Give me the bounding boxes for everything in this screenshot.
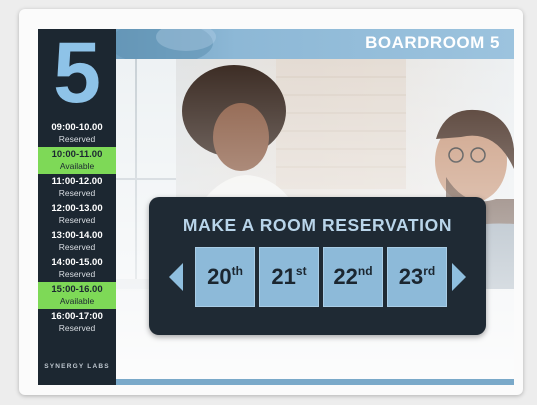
time-slot[interactable]: 10:00-11.00 Available bbox=[38, 147, 116, 174]
date-day: 22 bbox=[333, 264, 358, 289]
date-button-21[interactable]: 21st bbox=[259, 247, 319, 307]
slot-status: Reserved bbox=[58, 242, 96, 252]
date-suffix: st bbox=[295, 264, 307, 278]
slot-time: 16:00-17:00 bbox=[51, 311, 103, 322]
time-slot[interactable]: 14:00-15.00 Reserved bbox=[38, 255, 116, 282]
date-day: 23 bbox=[398, 264, 424, 289]
slot-time: 14:00-15.00 bbox=[51, 257, 103, 268]
date-suffix: nd bbox=[357, 264, 373, 278]
room-header: BOARDROOM 5 bbox=[116, 29, 514, 59]
time-slot[interactable]: 13:00-14.00 Reserved bbox=[38, 228, 116, 255]
slot-time: 10:00-11.00 bbox=[51, 149, 103, 160]
date-suffix: rd bbox=[423, 264, 436, 278]
slot-time: 15:00-16.00 bbox=[51, 284, 103, 295]
date-button-20[interactable]: 20th bbox=[195, 247, 255, 307]
schedule-sidebar: 5 09:00-10.00 Reserved 10:00-11.00 Avail… bbox=[38, 29, 116, 385]
room-name: BOARDROOM 5 bbox=[365, 33, 500, 52]
slot-time: 09:00-10.00 bbox=[51, 122, 103, 133]
date-suffix: th bbox=[231, 264, 243, 278]
slot-status: Available bbox=[59, 161, 95, 171]
bottom-accent-bar bbox=[116, 379, 514, 385]
time-slot[interactable]: 11:00-12.00 Reserved bbox=[38, 174, 116, 201]
slot-status: Reserved bbox=[58, 188, 96, 198]
time-slot[interactable]: 16:00-17:00 Reserved bbox=[38, 309, 116, 336]
time-slot[interactable]: 15:00-16.00 Available bbox=[38, 282, 116, 309]
triangle-left-icon[interactable] bbox=[169, 263, 183, 291]
slot-status: Reserved bbox=[58, 323, 96, 333]
room-number: 5 bbox=[53, 29, 101, 121]
time-slot[interactable]: 12:00-13.00 Reserved bbox=[38, 201, 116, 228]
slot-status: Reserved bbox=[58, 134, 96, 144]
triangle-right-icon[interactable] bbox=[452, 263, 466, 291]
reservation-title: MAKE A ROOM RESERVATION bbox=[182, 215, 453, 235]
date-day: 20 bbox=[207, 264, 232, 289]
date-button-22[interactable]: 22nd bbox=[323, 247, 383, 307]
slot-time: 12:00-13.00 bbox=[51, 203, 103, 214]
company-name: SYNERGY LABS bbox=[44, 363, 110, 370]
slot-time: 11:00-12.00 bbox=[51, 176, 103, 187]
date-day: 21 bbox=[271, 264, 296, 289]
room-display-screen: 5 09:00-10.00 Reserved 10:00-11.00 Avail… bbox=[38, 29, 514, 385]
slot-status: Available bbox=[59, 296, 95, 306]
time-slot[interactable]: 09:00-10.00 Reserved bbox=[38, 120, 116, 147]
reservation-panel: MAKE A ROOM RESERVATION 20th 21st 22nd 2… bbox=[149, 197, 486, 335]
slot-time: 13:00-14.00 bbox=[51, 230, 103, 241]
slot-status: Reserved bbox=[58, 215, 96, 225]
slot-status: Reserved bbox=[58, 269, 96, 279]
date-button-23[interactable]: 23rd bbox=[387, 247, 447, 307]
